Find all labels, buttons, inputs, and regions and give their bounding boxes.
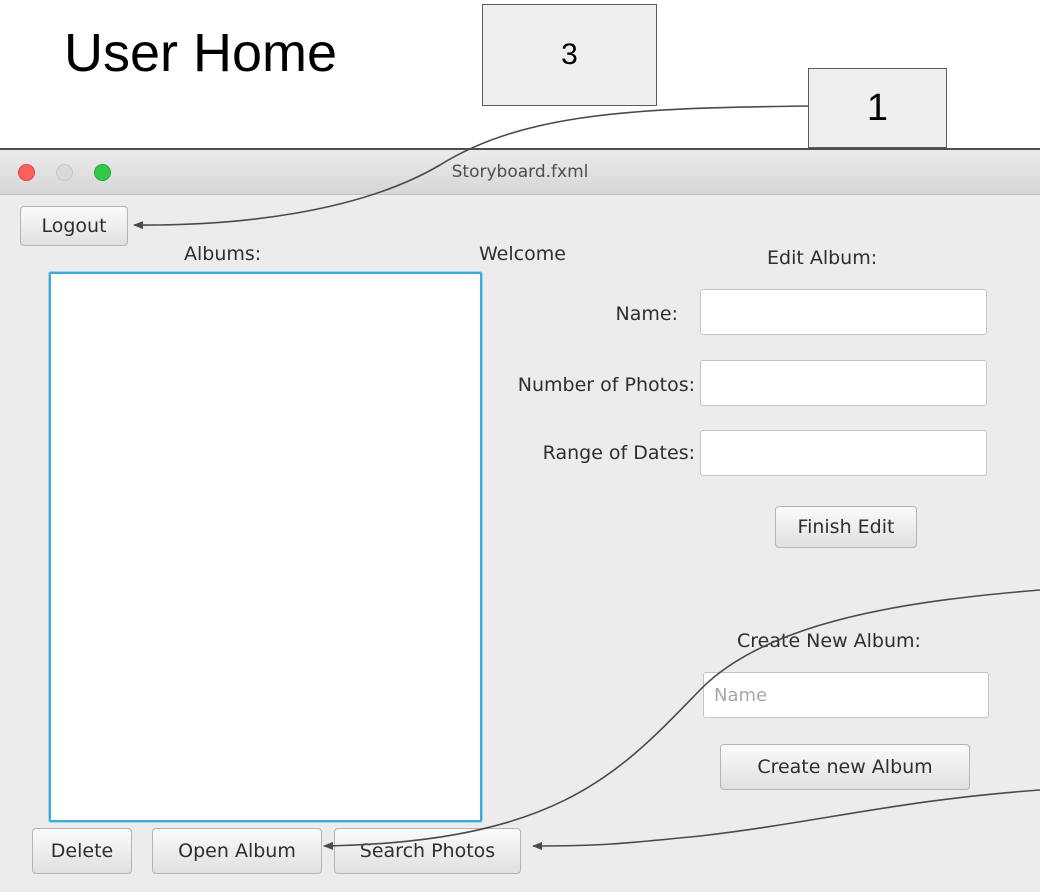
create-new-album-button[interactable]: Create new Album bbox=[720, 744, 970, 790]
finish-edit-button[interactable]: Finish Edit bbox=[775, 506, 917, 548]
open-album-button[interactable]: Open Album bbox=[152, 828, 322, 874]
number-of-photos-field[interactable] bbox=[700, 360, 987, 406]
search-photos-button[interactable]: Search Photos bbox=[334, 828, 521, 874]
logout-button[interactable]: Logout bbox=[20, 206, 128, 246]
edit-album-heading: Edit Album: bbox=[767, 247, 878, 269]
edit-name-field[interactable] bbox=[700, 289, 987, 335]
page-title: User Home bbox=[64, 23, 338, 83]
number-of-photos-label: Number of Photos: bbox=[517, 374, 695, 396]
callout-box-1: 1 bbox=[808, 68, 947, 148]
callout-label: 1 bbox=[866, 86, 889, 129]
create-new-album-heading: Create New Album: bbox=[737, 630, 921, 652]
window-titlebar: Storyboard.fxml bbox=[0, 150, 1040, 195]
range-of-dates-field[interactable] bbox=[700, 430, 987, 476]
callout-label: 3 bbox=[561, 38, 578, 71]
range-of-dates-label: Range of Dates: bbox=[542, 442, 695, 464]
app-window: Storyboard.fxml Logout Albums: Welcome E… bbox=[0, 148, 1040, 892]
window-title: Storyboard.fxml bbox=[451, 162, 589, 182]
new-album-name-field[interactable] bbox=[703, 672, 989, 718]
welcome-label: Welcome bbox=[479, 243, 566, 265]
delete-button[interactable]: Delete bbox=[32, 828, 132, 874]
callout-box-3: 3 bbox=[482, 4, 657, 106]
storyboard-page: User Home 3 Storyboard.fxml Logout Album… bbox=[0, 0, 1040, 892]
name-label: Name: bbox=[615, 303, 678, 325]
albums-label: Albums: bbox=[184, 243, 262, 265]
album-list[interactable] bbox=[49, 272, 482, 822]
